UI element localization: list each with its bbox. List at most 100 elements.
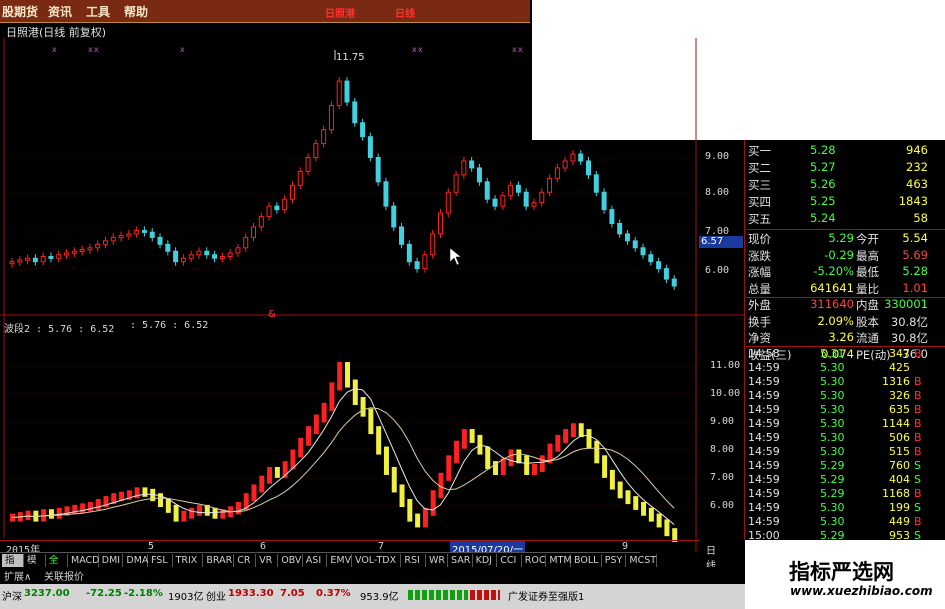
candle-body [157, 236, 163, 245]
order-book-row[interactable]: 买二 5.27 232 [746, 160, 936, 177]
kline-chart[interactable]: xxxxxxxx [0, 38, 745, 552]
indicator-label-2: : 5.76 : 6.52 [130, 320, 209, 331]
tick-price: 5.30 [820, 417, 845, 430]
menu-help[interactable]: 帮助 [124, 3, 148, 20]
tab-cci[interactable]: CCI [497, 554, 522, 567]
indicator-bar [563, 429, 569, 443]
indicator-bar [352, 379, 358, 406]
quote-value: -5.20% [813, 264, 854, 278]
tab-roc[interactable]: ROC [522, 554, 547, 567]
quote-value: 30.8亿 [890, 331, 928, 345]
order-book-row[interactable]: 买四 5.25 1843 [746, 194, 936, 211]
tab-psy[interactable]: PSY [602, 554, 627, 567]
candle-body [632, 240, 638, 249]
tick-time: 14:59 [748, 417, 780, 430]
tick-row: 14:59 5.29 760 S [746, 459, 936, 474]
candle-body [25, 257, 31, 261]
tab-emv[interactable]: EMV [327, 554, 352, 567]
indicator-bar [578, 423, 584, 438]
tab-模板[interactable]: 模板 [24, 554, 46, 579]
tab-brar[interactable]: BRAR [203, 554, 235, 567]
tab-wr[interactable]: WR [426, 554, 448, 567]
tick-volume: 326 [889, 389, 910, 402]
menu-news[interactable]: 资讯 [48, 3, 72, 20]
indicator-label: 波段2 : 5.76 : 6.52 [4, 324, 115, 335]
signal-marker: x [88, 45, 93, 54]
quote-label: 量比 [856, 281, 879, 296]
tab-expand[interactable]: 扩展∧ [4, 568, 31, 583]
tab-boll[interactable]: BOLL [571, 554, 602, 567]
tick-side: B [914, 515, 922, 528]
indicator-bar [212, 507, 218, 519]
tab-dma[interactable]: DMA [123, 554, 148, 567]
candle-body [305, 157, 311, 172]
tab-rsi[interactable]: RSI [401, 554, 426, 567]
candle-body [180, 257, 186, 263]
menu-futures[interactable]: 股期货 [2, 3, 38, 20]
order-book-row[interactable]: 买五 5.24 58 [746, 211, 936, 228]
tick-price: 5.30 [820, 389, 845, 402]
index1-name: 沪深 [2, 592, 22, 603]
tick-time: 14:59 [748, 375, 780, 388]
tab-kdj[interactable]: KDJ [473, 554, 498, 567]
tab-全部[interactable]: 全部 [46, 554, 68, 579]
candle-body [554, 167, 560, 179]
tab-obv[interactable]: OBV [278, 554, 303, 567]
menu-bar: 股期货 资讯 工具 帮助 日照港 日线 [0, 0, 530, 23]
candle-body [297, 170, 303, 186]
indicator-bar [313, 414, 319, 435]
tab-asi[interactable]: ASI [303, 554, 328, 567]
candle-body [79, 249, 85, 253]
tick-row: 15:00 5.29 953 S [746, 529, 936, 544]
tab-sar[interactable]: SAR [448, 554, 473, 567]
indicator-bar [337, 362, 343, 391]
order-book-row[interactable]: 买一 5.28 946 [746, 143, 936, 160]
candle-body [570, 153, 576, 162]
quote-label: 换手 [748, 314, 771, 329]
tick-row: 14:59 5.30 506 B [746, 431, 936, 446]
tab-related-quotes[interactable]: 关联报价 [44, 568, 84, 583]
tab-vol-tdx[interactable]: VOL-TDX [352, 554, 402, 567]
candle-body [48, 255, 54, 259]
tab-指标[interactable]: 指标 [2, 554, 24, 579]
stock-terminal-window: 股期货 资讯 工具 帮助 日照港 日线 日照港(日线 前复权) xxxxxxxx… [0, 0, 945, 609]
indicator-bar [531, 464, 537, 475]
candle-body [336, 80, 342, 106]
indicator-bar [173, 504, 179, 522]
order-book-row[interactable]: 买三 5.26 463 [746, 177, 936, 194]
quote-label: 净资 [748, 331, 771, 345]
index2-value: 1933.30 [228, 588, 274, 599]
tab-fsl[interactable]: FSL [148, 554, 173, 567]
axis-label-lower: 9.00 [710, 416, 735, 427]
tick-side: B [914, 375, 922, 388]
tick-volume: 404 [889, 473, 910, 486]
tab-vr[interactable]: VR [256, 554, 279, 567]
tab-mcst[interactable]: MCST [626, 554, 658, 567]
tab-cr[interactable]: CR [234, 554, 257, 567]
watermark-url: www.xuezhibiao.com [790, 584, 933, 598]
tick-side: B [914, 431, 922, 444]
tab-dmi[interactable]: DMI [99, 554, 124, 567]
order-price: 5.24 [810, 211, 836, 225]
indicator-bar [267, 466, 273, 484]
menu-highlight-stock[interactable]: 日照港 [325, 5, 355, 20]
candle-body [149, 231, 155, 238]
quote-value: 2.09% [817, 313, 854, 328]
menu-highlight-period[interactable]: 日线 [395, 5, 415, 20]
quote-value: 311640 [810, 297, 854, 311]
signal-marker: x [412, 45, 417, 54]
tick-time: 14:59 [748, 403, 780, 416]
tick-price: 5.30 [820, 403, 845, 416]
marker-symbol: & [268, 309, 276, 320]
quote-value: 641641 [810, 280, 854, 295]
tab-macd[interactable]: MACD [68, 554, 99, 567]
candle-body [406, 243, 412, 263]
candle-body [243, 236, 249, 249]
axis-label-lower: 6.00 [710, 500, 735, 511]
candle-body [71, 250, 77, 254]
tick-row: 14:59 5.29 1168 B [746, 487, 936, 502]
tab-mtm[interactable]: MTM [546, 554, 572, 567]
menu-tools[interactable]: 工具 [86, 3, 110, 20]
candle-body [328, 104, 334, 131]
tab-trix[interactable]: TRIX [173, 554, 204, 567]
